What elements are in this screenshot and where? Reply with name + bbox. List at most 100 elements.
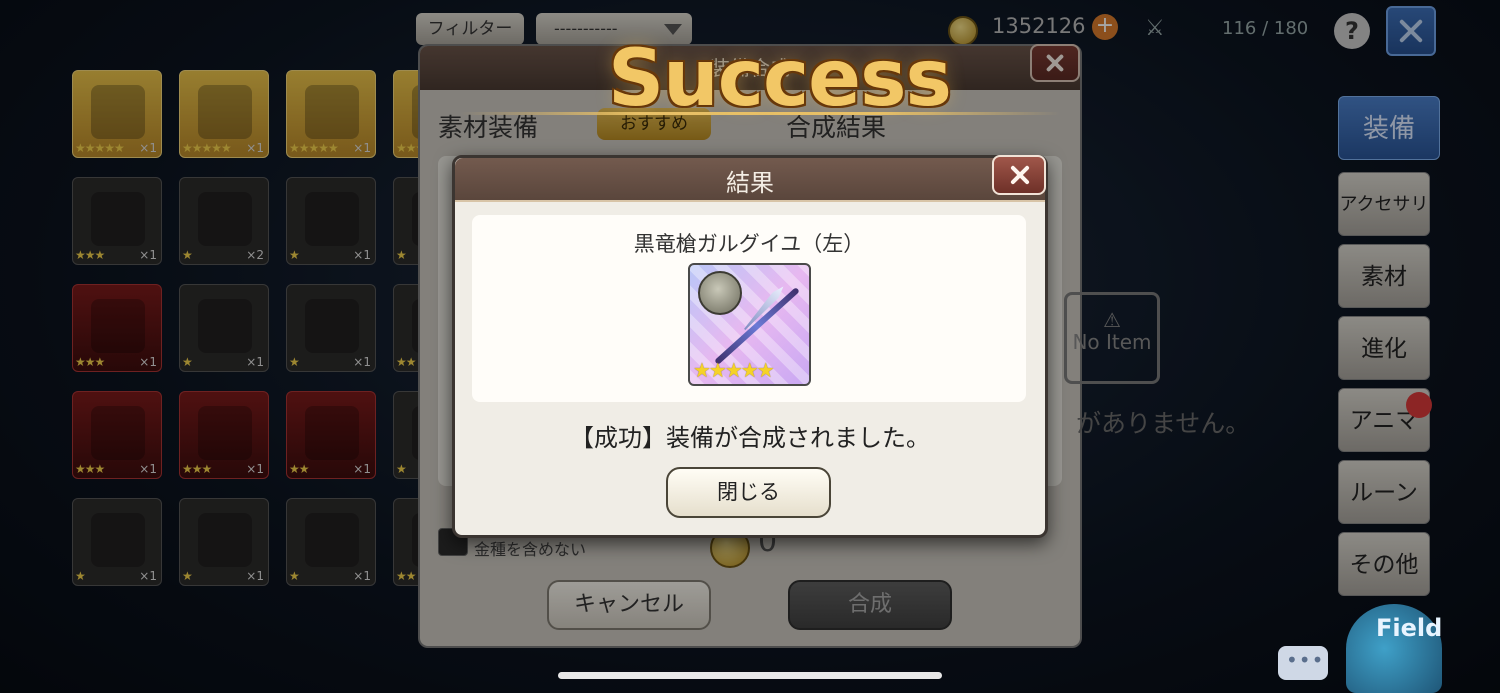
tab-equipment[interactable]: 装備: [1338, 96, 1440, 160]
result-item-name: 黒竜槍ガルグイユ（左）: [633, 232, 865, 256]
help-button[interactable]: ?: [1334, 13, 1370, 49]
tile-stars: ★★★: [75, 355, 105, 369]
equipment-art-icon: [91, 513, 145, 567]
equipment-tile[interactable]: ★ ×1: [286, 498, 376, 586]
success-banner: Success: [608, 34, 952, 124]
equipment-art-icon: [305, 513, 359, 567]
equipment-art-icon: [91, 406, 145, 460]
tab-other[interactable]: その他: [1338, 532, 1430, 596]
notification-badge: [1406, 392, 1432, 418]
equipment-art-icon: [91, 192, 145, 246]
spear-item-icon[interactable]: ★★★★★: [688, 263, 811, 386]
inventory-icon: ⚔: [1145, 16, 1165, 41]
filter-button[interactable]: フィルター: [416, 13, 524, 45]
equipment-tile[interactable]: ★ ×2: [179, 177, 269, 265]
equipment-art-icon: [198, 513, 252, 567]
result-dialog-title: 結果: [726, 169, 774, 197]
equipment-art-icon: [91, 299, 145, 353]
tile-count: ×1: [246, 462, 264, 476]
equipment-art-icon: [305, 299, 359, 353]
tile-stars: ★★★★★: [75, 141, 125, 155]
gold-coin-icon: [948, 16, 978, 46]
equipment-art-icon: [91, 85, 145, 139]
equipment-tile[interactable]: ★★ ×1: [286, 391, 376, 479]
equipment-tile[interactable]: ★★★★★ ×1: [72, 70, 162, 158]
equipment-tile[interactable]: ★★★★★ ×1: [179, 70, 269, 158]
tile-stars: ★: [289, 248, 300, 262]
tile-stars: ★: [289, 355, 300, 369]
tile-count: ×1: [353, 355, 371, 369]
result-dialog-close-button[interactable]: [992, 155, 1046, 195]
tile-stars: ★: [182, 569, 193, 583]
equipment-tile[interactable]: ★★★ ×1: [72, 391, 162, 479]
add-gold-button[interactable]: +: [1092, 14, 1118, 40]
tile-count: ×1: [139, 569, 157, 583]
character-emblem-icon: [698, 271, 742, 315]
tile-stars: ★: [289, 569, 300, 583]
equipment-art-icon: [198, 406, 252, 460]
home-indicator[interactable]: [558, 672, 942, 679]
equipment-tile[interactable]: ★ ×1: [286, 284, 376, 372]
tab-accessory[interactable]: アクセサリ: [1338, 172, 1430, 236]
no-item-placeholder: ⚠ No Item: [1064, 292, 1160, 384]
tile-stars: ★: [75, 569, 86, 583]
tile-stars: ★★★★★: [182, 141, 232, 155]
item-rarity-stars: ★★★★★: [693, 358, 775, 382]
close-button[interactable]: 閉じる: [666, 467, 831, 518]
field-label: Field: [1376, 614, 1443, 642]
tab-evolution[interactable]: 進化: [1338, 316, 1430, 380]
tile-stars: ★: [182, 248, 193, 262]
equipment-tile[interactable]: ★ ×1: [286, 177, 376, 265]
equipment-art-icon: [198, 299, 252, 353]
equipment-art-icon: [305, 406, 359, 460]
tile-count: ×1: [353, 462, 371, 476]
tile-count: ×1: [246, 569, 264, 583]
result-dialog-header: 結果: [455, 158, 1045, 202]
tile-stars: ★★★★★: [289, 141, 339, 155]
equipment-tile[interactable]: ★★★ ×1: [179, 391, 269, 479]
tile-count: ×1: [139, 355, 157, 369]
tile-stars: ★★: [396, 355, 416, 369]
tab-material[interactable]: 素材: [1338, 244, 1430, 308]
gold-amount: 1352126: [992, 14, 1086, 38]
tile-count: ×1: [246, 141, 264, 155]
equipment-tile[interactable]: ★★★ ×1: [72, 177, 162, 265]
no-item-label: No Item: [1072, 330, 1152, 354]
equipment-art-icon: [305, 192, 359, 246]
equipment-art-icon: [198, 85, 252, 139]
equipment-tile[interactable]: ★ ×1: [179, 284, 269, 372]
tab-rune[interactable]: ルーン: [1338, 460, 1430, 524]
tile-stars: ★: [396, 248, 407, 262]
cancel-button[interactable]: キャンセル: [547, 580, 711, 630]
tile-stars: ★: [182, 355, 193, 369]
tile-count: ×1: [246, 355, 264, 369]
result-message: 【成功】装備が合成されました。: [570, 424, 930, 452]
equipment-tile[interactable]: ★ ×1: [179, 498, 269, 586]
tile-count: ×1: [139, 462, 157, 476]
tile-count: ×2: [246, 248, 264, 262]
equipment-art-icon: [198, 192, 252, 246]
tile-stars: ★: [396, 462, 407, 476]
tile-stars: ★★: [289, 462, 309, 476]
synthesis-close-button[interactable]: [1030, 44, 1080, 82]
equipment-tile[interactable]: ★★★ ×1: [72, 284, 162, 372]
tile-count: ×1: [353, 569, 371, 583]
tile-stars: ★★★: [75, 462, 105, 476]
exclude-gold-label: 金種を含めない: [474, 540, 587, 559]
tile-count: ×1: [139, 141, 157, 155]
tile-count: ×1: [139, 248, 157, 262]
tile-count: ×1: [353, 141, 371, 155]
tile-stars: ★★★: [182, 462, 212, 476]
no-items-message: がありません。: [1076, 409, 1251, 438]
close-screen-button[interactable]: [1386, 6, 1436, 56]
equipment-tile[interactable]: ★ ×1: [72, 498, 162, 586]
synthesize-button[interactable]: 合成: [788, 580, 952, 630]
chat-icon[interactable]: [1278, 646, 1328, 680]
equipment-art-icon: [305, 85, 359, 139]
tile-stars: ★★★: [75, 248, 105, 262]
tile-stars: ★★: [396, 569, 416, 583]
tile-count: ×1: [353, 248, 371, 262]
warning-icon: ⚠: [1103, 308, 1121, 332]
inventory-count: 116 / 180: [1222, 18, 1309, 39]
equipment-tile[interactable]: ★★★★★ ×1: [286, 70, 376, 158]
